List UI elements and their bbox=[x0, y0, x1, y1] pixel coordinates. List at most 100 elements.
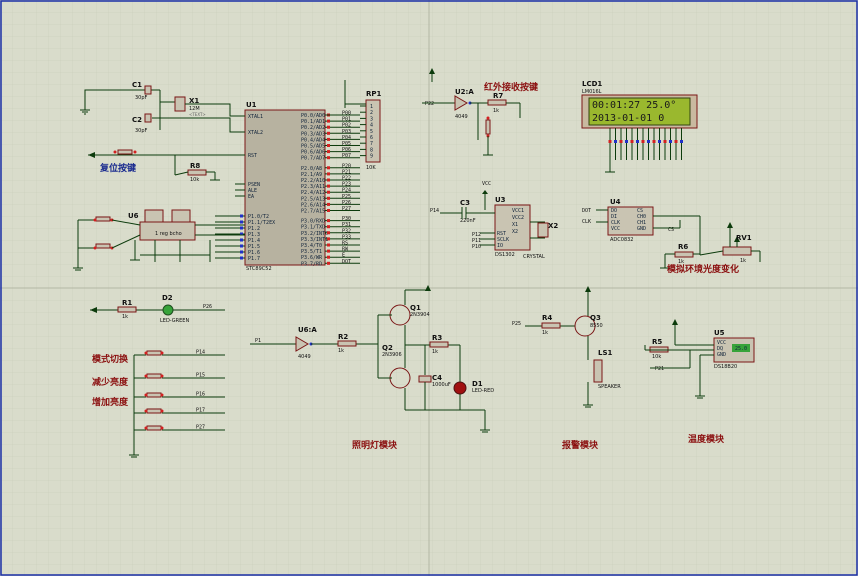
d1-value: LED-RED bbox=[472, 388, 494, 394]
r4-ref: R4 bbox=[542, 314, 552, 322]
rv1-ref: RV1 bbox=[736, 234, 752, 242]
r5-ref: R5 bbox=[652, 338, 662, 346]
mcu-pin-label: P1.7 bbox=[248, 256, 260, 262]
svg-text:VCC: VCC bbox=[482, 181, 491, 187]
lcd-value: LM016L bbox=[582, 89, 602, 95]
u2a-value: 4049 bbox=[455, 114, 468, 120]
ls1-ref: LS1 bbox=[598, 349, 613, 357]
r4-value: 1k bbox=[542, 330, 548, 336]
d1-ref: D1 bbox=[472, 380, 483, 388]
r5-value: 10k bbox=[652, 354, 661, 360]
mcu-pin-label: EA bbox=[248, 194, 254, 200]
mcu-pin-label: P3.0/RXD bbox=[301, 219, 325, 225]
lighting-module-label: 照明灯模块 bbox=[352, 439, 398, 451]
mcu-pin-label: P0.3/AD3 bbox=[301, 131, 325, 137]
svg-text:6: 6 bbox=[370, 135, 373, 141]
mcu-net-label: P32 bbox=[342, 228, 351, 234]
q2-value: 2N3906 bbox=[382, 352, 402, 358]
circuit-schematic: U1 STC89C52 XTAL1XTAL2RSTPSENALEEAP1.0/T… bbox=[0, 0, 858, 576]
rp1-value: 10K bbox=[366, 165, 376, 171]
mcu-pin-label: P0.6/AD6 bbox=[301, 150, 325, 156]
mcu-net-label: RS bbox=[342, 241, 348, 247]
mcu-net-label: P01 bbox=[342, 117, 351, 123]
svg-text:<TEXT>: <TEXT> bbox=[189, 112, 206, 117]
mcu-pin-label: P2.0/A8 bbox=[301, 166, 322, 172]
mcu-net-label: P22 bbox=[342, 176, 351, 182]
svg-text:4: 4 bbox=[370, 123, 373, 129]
svg-text:P26: P26 bbox=[203, 304, 212, 310]
r3-value: 1k bbox=[432, 349, 438, 355]
u3-pin-label: X1 bbox=[512, 222, 518, 228]
mcu-net-label: P24 bbox=[342, 188, 351, 194]
rv1-value: 1k bbox=[740, 258, 746, 264]
mcu-net-label: P26 bbox=[342, 200, 351, 206]
mcu-net-label: P31 bbox=[342, 222, 351, 228]
mcu-net-label: E bbox=[342, 253, 345, 259]
mcu-pin-label: P2.3/A11 bbox=[301, 184, 325, 190]
u6a-value: 4049 bbox=[298, 354, 311, 360]
svg-text:P25: P25 bbox=[512, 321, 521, 327]
temperature-module-label: 温度模块 bbox=[688, 433, 725, 445]
mcu-pin-label: XTAL1 bbox=[248, 114, 263, 120]
x1-ref: X1 bbox=[189, 97, 199, 105]
u6a-ref: U6:A bbox=[298, 326, 317, 334]
svg-text:P21: P21 bbox=[655, 366, 664, 372]
d2-value: LED-GREEN bbox=[160, 318, 189, 324]
mcu-pin-label: P2.4/A12 bbox=[301, 190, 325, 196]
svg-text:P14: P14 bbox=[430, 208, 439, 214]
mcu-net-label: P00 bbox=[342, 111, 351, 117]
r3-ref: R3 bbox=[432, 334, 442, 342]
mcu-pin-label: P3.2/INT0 bbox=[301, 231, 328, 237]
mcu-pin-label: RST bbox=[248, 153, 257, 159]
u4-pin-label: GND bbox=[637, 226, 646, 232]
mcu-pin-label: P3.1/TXD bbox=[301, 225, 325, 231]
rp1-ref: RP1 bbox=[366, 90, 382, 98]
mcu-net-label: P23 bbox=[342, 182, 351, 188]
mcu-net-label: P20 bbox=[342, 163, 351, 169]
mcu-pin-label: P0.5/AD5 bbox=[301, 144, 325, 150]
u4-pin-label: VCC bbox=[611, 226, 620, 232]
x2-ref: X2 bbox=[548, 222, 558, 230]
u5-pin-label: GND bbox=[717, 352, 726, 358]
ir-remote-label: 红外接收按键 bbox=[484, 81, 539, 93]
svg-text:P22: P22 bbox=[425, 101, 434, 107]
r2-value: 1k bbox=[338, 348, 344, 354]
svg-text:7: 7 bbox=[370, 141, 373, 147]
u5-display: 25.0 bbox=[735, 346, 747, 352]
c4-value: 1000uF bbox=[432, 382, 451, 388]
d2-ref: D2 bbox=[162, 294, 173, 302]
u3-value: DS1302 bbox=[495, 252, 515, 258]
mcu-net-label: P02 bbox=[342, 123, 351, 129]
svg-text:P1: P1 bbox=[255, 338, 261, 344]
mcu-pin-label: P0.7/AD7 bbox=[301, 156, 325, 162]
x2-value: CRYSTAL bbox=[523, 254, 545, 260]
r7-ref: R7 bbox=[493, 92, 503, 100]
r7-value: 1k bbox=[493, 108, 499, 114]
q3-value: 8550 bbox=[590, 323, 603, 329]
mcu-net-label: P03 bbox=[342, 129, 351, 135]
mcu-pin-label: P3.3/INT1 bbox=[301, 237, 328, 243]
mcu-pin-label: P0.0/AD0 bbox=[301, 113, 325, 119]
button-net-label: P27 bbox=[196, 425, 205, 431]
mcu-pin-label: P2.2/A10 bbox=[301, 178, 325, 184]
mcu-net-label: P06 bbox=[342, 147, 351, 153]
svg-text:CLK: CLK bbox=[582, 219, 591, 225]
mcu-pin-label: P2.1/A9 bbox=[301, 172, 322, 178]
q1-value: 2N3904 bbox=[410, 312, 430, 318]
u2a-ref: U2:A bbox=[455, 88, 474, 96]
button-net-label: P14 bbox=[196, 350, 205, 356]
mcu-net-label: P05 bbox=[342, 141, 351, 147]
r1-value: 1k bbox=[122, 314, 128, 320]
mcu-net-label: P04 bbox=[342, 135, 351, 141]
c1-value: 30pF bbox=[135, 95, 148, 101]
r6-ref: R6 bbox=[678, 243, 688, 251]
mcu-pin-label: P0.2/AD2 bbox=[301, 125, 325, 131]
increase-brightness-label: 增加亮度 bbox=[92, 396, 129, 408]
svg-text:DOT: DOT bbox=[582, 208, 591, 214]
mcu-pin-label: P3.4/T0 bbox=[301, 243, 322, 249]
mcu-pin-label: P2.6/A14 bbox=[301, 202, 325, 208]
lcd-line-2: 2013-01-01 0 bbox=[592, 113, 664, 124]
alarm-module-label: 报警模块 bbox=[562, 439, 599, 451]
c2-value: 30pF bbox=[135, 128, 148, 134]
svg-text:P10: P10 bbox=[472, 244, 481, 250]
